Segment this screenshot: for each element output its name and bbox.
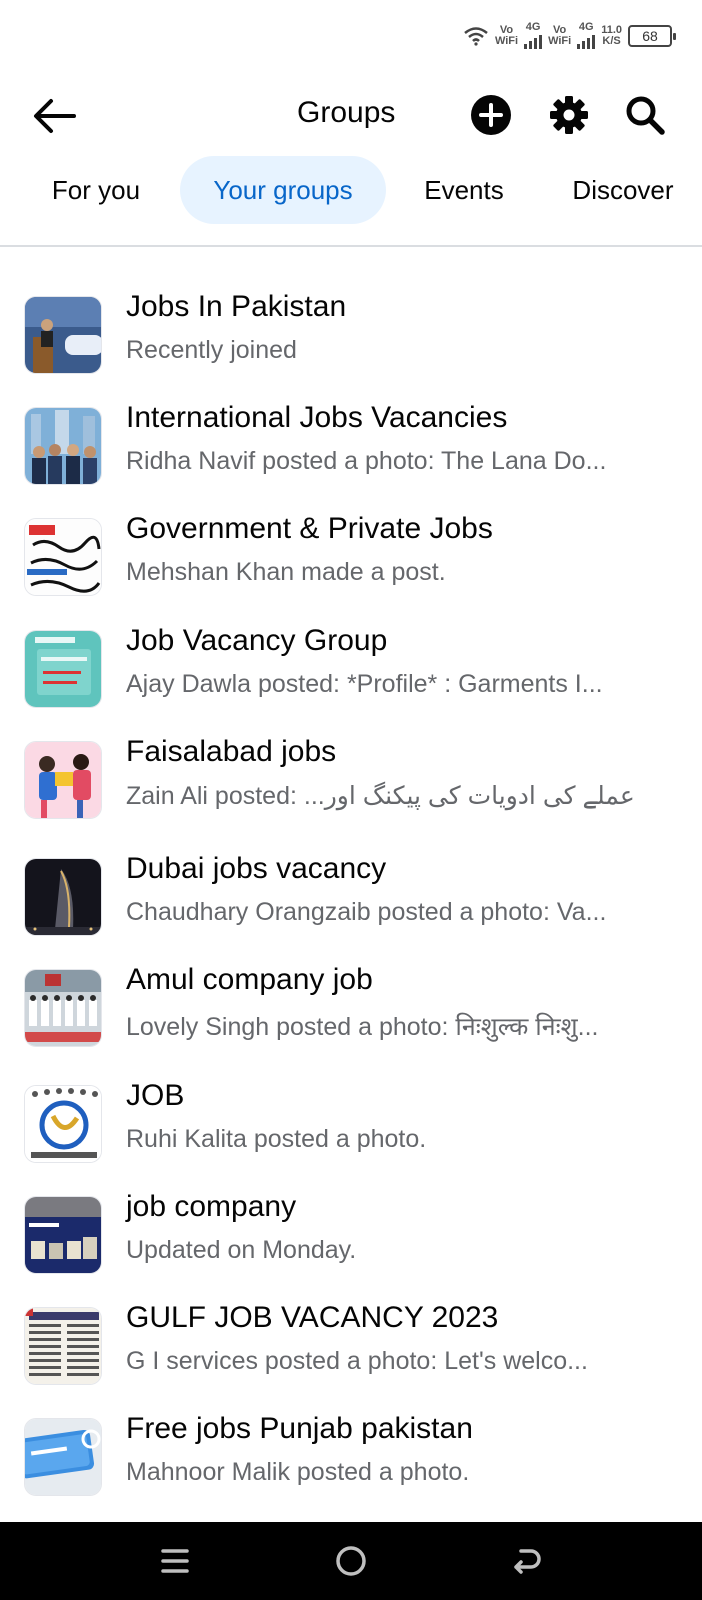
create-group-button[interactable] bbox=[466, 90, 516, 140]
group-name: Faisalabad jobs bbox=[126, 735, 337, 768]
group-thumbnail bbox=[24, 858, 102, 936]
group-item[interactable]: International Jobs Vacancies Ridha Navif… bbox=[0, 391, 702, 491]
tab-your-groups[interactable]: Your groups bbox=[180, 156, 386, 224]
signal-icon bbox=[524, 33, 543, 49]
group-thumbnail bbox=[24, 1196, 102, 1274]
vowifi-indicator-2: Vo WiFi bbox=[548, 23, 572, 47]
page-title: Groups bbox=[297, 96, 396, 129]
group-item[interactable]: job company Updated on Monday. bbox=[0, 1180, 702, 1280]
recents-button[interactable] bbox=[152, 1538, 198, 1584]
status-icons: Vo WiFi 4G Vo WiFi 4G 11.0 K/S 68 bbox=[463, 22, 676, 49]
group-thumbnail bbox=[24, 969, 102, 1047]
tab-bar: For you Your groups Events Discover bbox=[0, 156, 702, 224]
battery-level: 68 bbox=[642, 27, 658, 44]
battery-icon: 68 bbox=[628, 24, 676, 47]
home-circle-icon bbox=[336, 1546, 366, 1576]
group-item[interactable]: Jobs In Pakistan Recently joined bbox=[0, 280, 702, 380]
group-name: Job Vacancy Group bbox=[126, 624, 388, 657]
search-icon bbox=[626, 96, 665, 135]
settings-button[interactable] bbox=[544, 90, 594, 140]
group-name: Dubai jobs vacancy bbox=[126, 852, 387, 885]
plus-circle-icon bbox=[471, 95, 511, 135]
back-button[interactable] bbox=[30, 92, 78, 140]
tab-label: For you bbox=[51, 174, 141, 205]
network-indicator-1: 4G bbox=[524, 22, 543, 49]
vowifi-indicator-1: Vo WiFi bbox=[494, 23, 519, 47]
group-thumbnail bbox=[24, 518, 102, 596]
group-thumbnail bbox=[24, 1307, 102, 1385]
wifi-icon bbox=[464, 26, 488, 46]
group-name: Amul company job bbox=[126, 963, 373, 996]
group-name: International Jobs Vacancies bbox=[126, 401, 508, 434]
group-activity: Zain Ali posted: ...عملے کی ادویات کی پی… bbox=[126, 782, 635, 810]
group-item[interactable]: JOB Ruhi Kalita posted a photo. bbox=[0, 1069, 702, 1169]
gear-icon bbox=[550, 96, 588, 134]
group-thumbnail bbox=[24, 1085, 102, 1163]
back-nav-button[interactable] bbox=[504, 1538, 550, 1584]
network-indicator-2: 4G bbox=[577, 22, 596, 49]
system-navigation-bar bbox=[0, 1522, 702, 1600]
group-item[interactable]: Amul company job Lovely Singh posted a p… bbox=[0, 953, 702, 1053]
group-thumbnail bbox=[24, 630, 102, 708]
group-thumbnail bbox=[24, 296, 102, 374]
group-item[interactable]: Government & Private Jobs Mehshan Khan m… bbox=[0, 502, 702, 602]
group-activity: Lovely Singh posted a photo: निःशुल्क नि… bbox=[126, 1013, 599, 1041]
network-speed: 11.0 K/S bbox=[601, 23, 622, 47]
menu-icon bbox=[161, 1549, 189, 1573]
tab-divider bbox=[0, 245, 702, 247]
tab-label: Events bbox=[424, 174, 504, 205]
group-thumbnail bbox=[24, 407, 102, 485]
group-item[interactable]: Free jobs Punjab pakistan Mahnoor Malik … bbox=[0, 1402, 702, 1502]
group-activity: Updated on Monday. bbox=[126, 1236, 357, 1264]
group-activity: Mehshan Khan made a post. bbox=[126, 558, 446, 586]
group-item[interactable]: Dubai jobs vacancy Chaudhary Orangzaib p… bbox=[0, 842, 702, 942]
group-activity: Ruhi Kalita posted a photo. bbox=[126, 1125, 427, 1153]
group-item[interactable]: Faisalabad jobs Zain Ali posted: ...عملے… bbox=[0, 725, 702, 825]
group-activity: Ajay Dawla posted: *Profile* : Garments … bbox=[126, 670, 603, 698]
home-button[interactable] bbox=[328, 1538, 374, 1584]
back-arrow-icon bbox=[514, 1549, 541, 1574]
group-thumbnail bbox=[24, 1418, 102, 1496]
group-thumbnail bbox=[24, 741, 102, 819]
tab-for-you[interactable]: For you bbox=[28, 156, 164, 224]
group-activity: Mahnoor Malik posted a photo. bbox=[126, 1458, 470, 1486]
top-app-bar: Groups bbox=[0, 80, 702, 150]
tab-label: Discover bbox=[572, 174, 674, 205]
group-activity: Chaudhary Orangzaib posted a photo: Va..… bbox=[126, 898, 607, 926]
group-name: Free jobs Punjab pakistan bbox=[126, 1412, 473, 1445]
tab-label: Your groups bbox=[213, 174, 353, 205]
status-bar: Vo WiFi 4G Vo WiFi 4G 11.0 K/S 68 bbox=[0, 0, 702, 70]
group-name: GULF JOB VACANCY 2023 bbox=[126, 1301, 499, 1334]
group-item[interactable]: GULF JOB VACANCY 2023 G I services poste… bbox=[0, 1291, 702, 1391]
tab-events[interactable]: Events bbox=[404, 156, 524, 224]
group-item[interactable]: Job Vacancy Group Ajay Dawla posted: *Pr… bbox=[0, 614, 702, 714]
search-button[interactable] bbox=[620, 90, 670, 140]
group-activity: Ridha Navif posted a photo: The Lana Do.… bbox=[126, 447, 607, 475]
group-activity: G I services posted a photo: Let's welco… bbox=[126, 1347, 588, 1375]
group-name: Jobs In Pakistan bbox=[126, 290, 347, 323]
group-activity: Recently joined bbox=[126, 336, 297, 364]
tab-discover[interactable]: Discover bbox=[552, 156, 694, 224]
group-name: job company bbox=[126, 1190, 297, 1223]
arrow-left-icon bbox=[34, 99, 76, 133]
group-name: Government & Private Jobs bbox=[126, 512, 493, 545]
signal-icon bbox=[577, 33, 596, 49]
group-name: JOB bbox=[126, 1079, 185, 1112]
